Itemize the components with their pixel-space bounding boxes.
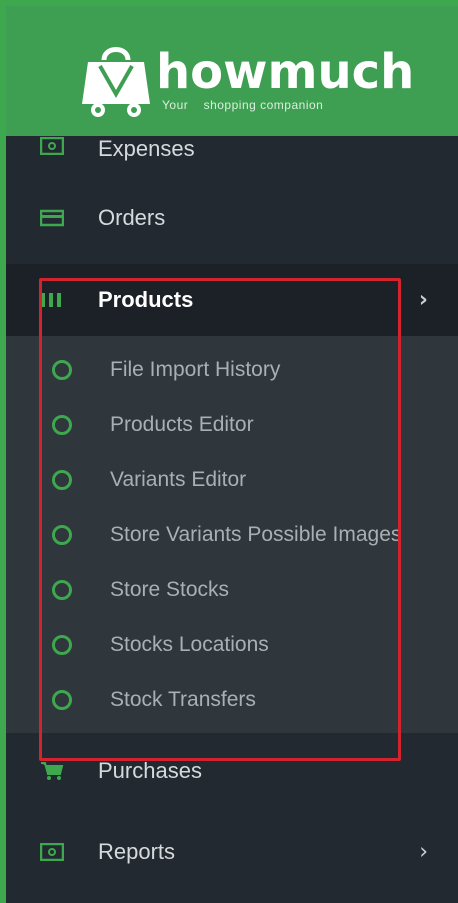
circle-icon <box>52 689 72 710</box>
sidebar-item-expenses[interactable]: Expenses <box>6 136 458 172</box>
sidebar-item-label: Purchases <box>98 758 202 783</box>
sidebar-item-reports[interactable]: Reports › <box>6 809 458 895</box>
submenu-item-label: Products Editor <box>110 412 254 436</box>
submenu-item-label: Stock Transfers <box>110 687 256 711</box>
chevron-right-icon[interactable]: › <box>419 840 428 865</box>
submenu-item-label: Variants Editor <box>110 467 247 491</box>
sidebar-item-purchases[interactable]: Purchases <box>6 733 458 809</box>
submenu-item-file-import-history[interactable]: File Import History <box>6 342 458 397</box>
sidebar-item-label: Orders <box>98 205 166 230</box>
barcode-icon <box>40 290 64 310</box>
submenu-item-label: Store Stocks <box>110 577 230 601</box>
brand-header[interactable]: howmuch Your shopping companion <box>6 6 458 136</box>
sidebar-item-orders[interactable]: Orders <box>6 172 458 264</box>
submenu-item-variants-editor[interactable]: Variants Editor <box>6 452 458 507</box>
chevron-right-icon[interactable]: › <box>419 288 428 313</box>
sidebar-item-label: Reports <box>98 839 176 864</box>
submenu-item-label: Stocks Locations <box>110 632 269 656</box>
submenu-item-stock-transfers[interactable]: Stock Transfers <box>6 672 458 727</box>
circle-icon <box>52 469 72 490</box>
submenu-item-stocks-locations[interactable]: Stocks Locations <box>6 617 458 672</box>
submenu-item-store-stocks[interactable]: Store Stocks <box>6 562 458 617</box>
cart-icon <box>40 761 64 781</box>
submenu-item-products-editor[interactable]: Products Editor <box>6 397 458 452</box>
submenu-item-label: File Import History <box>110 357 281 381</box>
submenu-item-label: Store Variants Possible Images <box>110 522 402 546</box>
circle-icon <box>52 634 72 655</box>
sidebar-item-label: Products <box>98 287 194 312</box>
circle-icon <box>52 414 72 435</box>
submenu-item-store-variants-possible-images[interactable]: Store Variants Possible Images <box>6 507 458 562</box>
sidebar-item-label: Expenses <box>98 136 195 161</box>
products-submenu: File Import History Products Editor Vari… <box>6 336 458 733</box>
circle-icon <box>52 524 72 545</box>
brand-tagline: Your shopping companion <box>162 98 324 112</box>
circle-icon <box>52 579 72 600</box>
money-icon <box>40 842 64 862</box>
sidebar-screenshot: howmuch Your shopping companion Expenses… <box>0 0 458 903</box>
card-icon <box>40 208 64 228</box>
sidebar-item-products[interactable]: Products › <box>6 264 458 336</box>
money-icon <box>40 136 64 156</box>
shopping-bag-logo-icon <box>82 47 150 117</box>
brand-name: howmuch <box>156 44 415 100</box>
sidebar-menu: Expenses Orders Products › File Import H… <box>6 136 458 895</box>
circle-icon <box>52 359 72 380</box>
